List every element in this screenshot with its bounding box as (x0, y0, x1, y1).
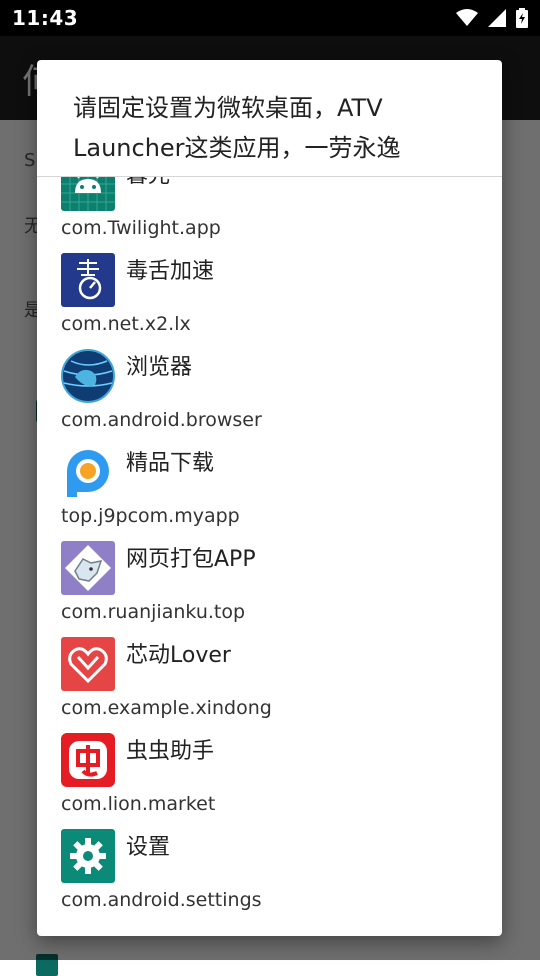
app-package: com.ruanjianku.top (61, 601, 246, 623)
app-list-item[interactable]: 毒舌加速 com.net.x2.lx (37, 253, 502, 349)
app-name: 芯动Lover (126, 643, 231, 668)
status-time: 11:43 (12, 6, 79, 30)
app-name: 网页打包APP (126, 547, 256, 572)
app-package: top.j9pcom.myapp (61, 505, 240, 527)
status-bar: 11:43 (0, 0, 540, 36)
app-list-item[interactable]: 浏览器 com.android.browser (37, 349, 502, 445)
app-package: com.android.settings (61, 889, 262, 911)
signal-icon (488, 9, 506, 27)
app-list-item[interactable]: 精品下载 top.j9pcom.myapp (37, 445, 502, 541)
app-list-item[interactable]: 网页打包APP com.ruanjianku.top (37, 541, 502, 637)
status-icons (456, 8, 528, 28)
app-package: com.android.browser (61, 409, 262, 431)
app-package: com.lion.market (61, 793, 216, 815)
app-list-item[interactable]: 虫虫助手 com.lion.market (37, 733, 502, 829)
app-list-item[interactable]: 暮光 com.Twilight.app (37, 177, 502, 253)
android-robot-icon (61, 177, 115, 211)
app-name: 虫虫助手 (126, 739, 215, 764)
app-list-item[interactable]: 设置 com.android.settings (37, 829, 502, 925)
gear-icon (61, 829, 115, 883)
app-name: 毒舌加速 (126, 259, 215, 284)
app-package: com.example.xindong (61, 697, 272, 719)
wifi-icon (456, 9, 478, 26)
p-logo-icon (61, 445, 115, 499)
globe-icon (61, 349, 115, 403)
heart-icon (61, 637, 115, 691)
app-list[interactable]: 暮光 com.Twilight.app 毒舌加速 com.net.x2.lx (37, 177, 502, 936)
app-name: 设置 (126, 835, 171, 860)
speedometer-icon (61, 253, 115, 307)
app-list-item[interactable]: 芯动Lover com.example.xindong (37, 637, 502, 733)
battery-charging-icon (516, 8, 528, 28)
app-package: com.Twilight.app (61, 217, 221, 239)
bug-logo-icon (61, 733, 115, 787)
dialog-title: 请固定设置为微软桌面，ATV Launcher这类应用，一劳永逸 (73, 94, 401, 162)
app-name: 精品下载 (126, 451, 215, 476)
app-name: 暮光 (126, 177, 170, 189)
wolf-icon (61, 541, 115, 595)
app-name: 浏览器 (126, 355, 193, 380)
app-package: com.net.x2.lx (61, 313, 191, 335)
app-chooser-dialog: 请固定设置为微软桌面，ATV Launcher这类应用，一劳永逸 暮光 com.… (37, 60, 502, 936)
